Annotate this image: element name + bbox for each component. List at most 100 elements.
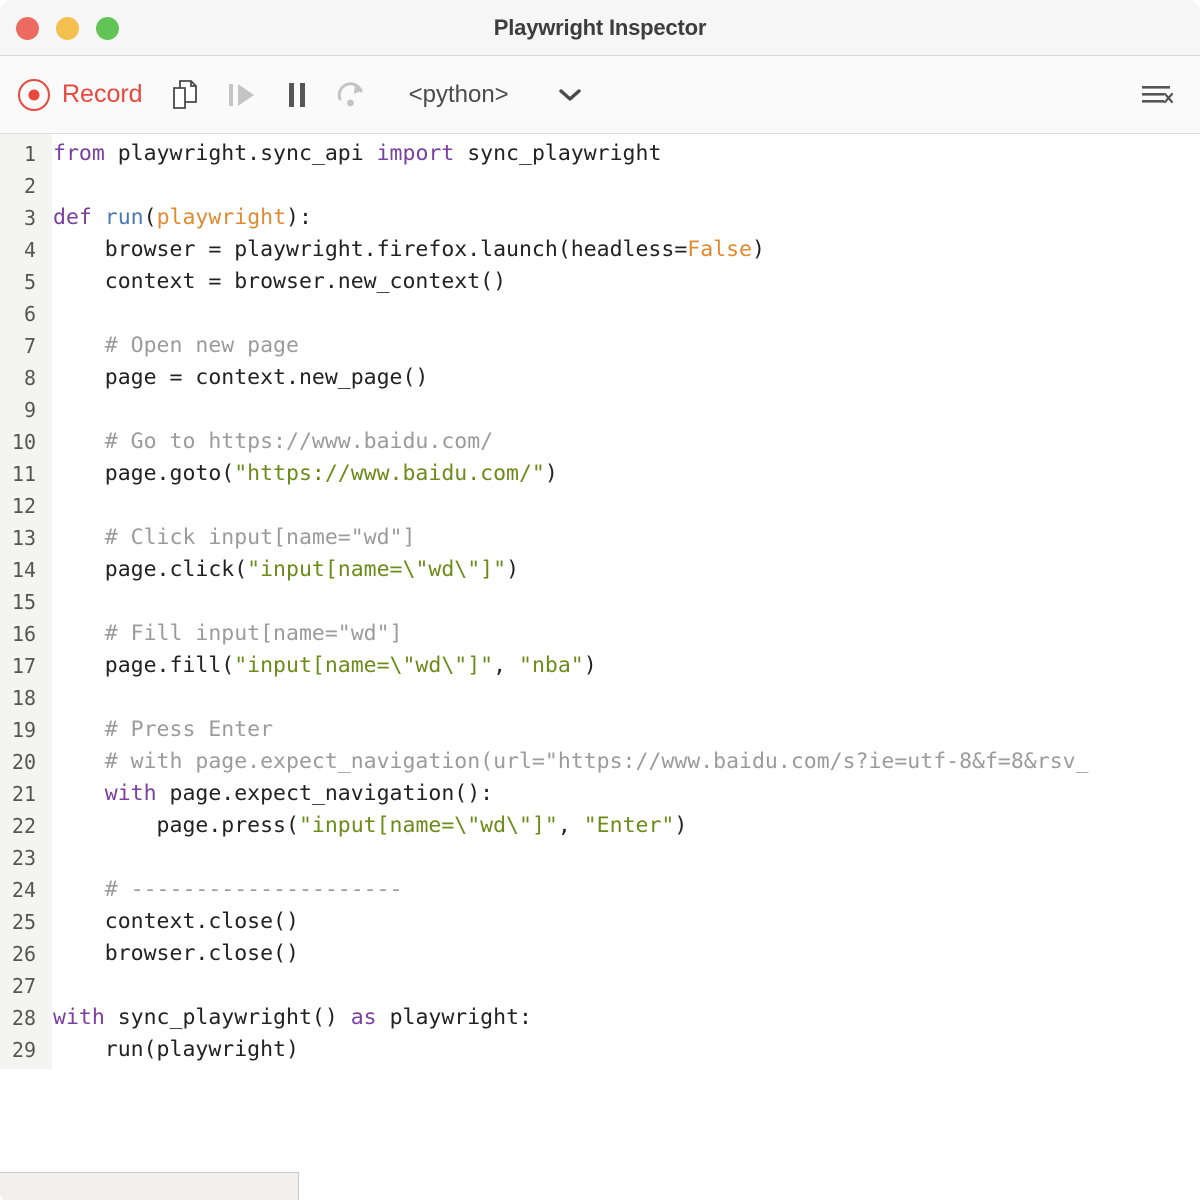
record-button[interactable]: Record	[18, 79, 143, 111]
code-token-kw: as	[351, 1005, 377, 1030]
line-number: 28	[0, 1002, 44, 1034]
code-token-pl: page.goto(	[53, 461, 234, 486]
code-line-text: page.click("input[name=\"wd\"]")	[44, 554, 519, 586]
code-line[interactable]: 1from playwright.sync_api import sync_pl…	[0, 138, 1200, 170]
code-token-pl: browser.close()	[53, 941, 299, 966]
code-line-text	[44, 586, 53, 618]
code-line[interactable]: 10 # Go to https://www.baidu.com/	[0, 426, 1200, 458]
clear-log-button[interactable]	[1136, 74, 1178, 116]
line-number: 26	[0, 938, 44, 970]
code-token-pl: ):	[286, 205, 312, 230]
code-line[interactable]: 11 page.goto("https://www.baidu.com/")	[0, 458, 1200, 490]
pause-button[interactable]	[277, 75, 317, 115]
code-token-pl: ,	[493, 653, 519, 678]
code-token-pl: page = context.new_page()	[53, 365, 428, 390]
status-bar[interactable]	[0, 1172, 299, 1200]
record-icon	[18, 79, 50, 111]
code-line[interactable]: 15	[0, 586, 1200, 618]
line-number: 7	[0, 330, 44, 362]
code-line[interactable]: 17 page.fill("input[name=\"wd\"]", "nba"…	[0, 650, 1200, 682]
playwright-inspector-window: Playwright Inspector Record	[0, 0, 1200, 1200]
step-over-icon	[335, 80, 367, 110]
code-line[interactable]: 14 page.click("input[name=\"wd\"]")	[0, 554, 1200, 586]
code-token-pl: sync_playwright	[454, 141, 661, 166]
code-token-pl: )	[545, 461, 558, 486]
code-token-pl: run(playwright)	[53, 1037, 299, 1062]
code-token-kw: from	[53, 141, 105, 166]
line-number: 18	[0, 682, 44, 714]
code-token-str: "input[name=\"wd\"]"	[234, 653, 493, 678]
code-token-pl: browser = playwright.firefox.launch(head…	[53, 237, 687, 262]
code-line-text: # Fill input[name="wd"]	[44, 618, 403, 650]
code-token-cmt: # ---------------------	[53, 877, 403, 902]
code-line[interactable]: 19 # Press Enter	[0, 714, 1200, 746]
code-token-fn: run	[105, 205, 144, 230]
code-token-kw: with	[53, 1005, 105, 1030]
code-token-pl: page.press(	[53, 813, 299, 838]
code-line[interactable]: 7 # Open new page	[0, 330, 1200, 362]
code-line[interactable]: 2	[0, 170, 1200, 202]
code-line-text: # ---------------------	[44, 874, 403, 906]
code-token-pl: sync_playwright()	[105, 1005, 351, 1030]
code-line-text: browser = playwright.firefox.launch(head…	[44, 234, 765, 266]
step-over-button[interactable]	[331, 75, 371, 115]
line-number: 2	[0, 170, 44, 202]
code-line[interactable]: 25 context.close()	[0, 906, 1200, 938]
record-button-label: Record	[62, 80, 143, 109]
code-token-str: "Enter"	[584, 813, 675, 838]
code-line-text: page = context.new_page()	[44, 362, 428, 394]
line-number: 27	[0, 970, 44, 1002]
code-line[interactable]: 16 # Fill input[name="wd"]	[0, 618, 1200, 650]
code-token-cmt: # Open new page	[53, 333, 299, 358]
code-line-text	[44, 298, 53, 330]
code-editor[interactable]: 1from playwright.sync_api import sync_pl…	[0, 134, 1200, 1069]
code-token-cmt: # Press Enter	[53, 717, 273, 742]
code-line-text: from playwright.sync_api import sync_pla…	[44, 138, 661, 170]
copy-button[interactable]	[165, 75, 205, 115]
line-number: 10	[0, 426, 44, 458]
code-line[interactable]: 18	[0, 682, 1200, 714]
code-line[interactable]: 28 with sync_playwright() as playwright:	[0, 1002, 1200, 1034]
language-selector-label: <python>	[409, 81, 509, 109]
code-line[interactable]: 20 # with page.expect_navigation(url="ht…	[0, 746, 1200, 778]
code-line[interactable]: 12	[0, 490, 1200, 522]
code-line[interactable]: 5 context = browser.new_context()	[0, 266, 1200, 298]
code-line[interactable]: 4 browser = playwright.firefox.launch(he…	[0, 234, 1200, 266]
copy-icon	[170, 79, 200, 111]
code-token-pl: )	[584, 653, 597, 678]
code-line[interactable]: 21 with page.expect_navigation():	[0, 778, 1200, 810]
code-line[interactable]: 9	[0, 394, 1200, 426]
code-token-pl: page.expect_navigation():	[157, 781, 494, 806]
code-line-text: def run(playwright):	[44, 202, 312, 234]
code-token-pl: playwright:	[377, 1005, 532, 1030]
code-token-pl: page.click(	[53, 557, 247, 582]
language-selector[interactable]: <python>	[409, 81, 583, 109]
code-token-param: playwright	[157, 205, 286, 230]
code-line-text: # Go to https://www.baidu.com/	[44, 426, 493, 458]
code-line[interactable]: 24 # ---------------------	[0, 874, 1200, 906]
line-number: 11	[0, 458, 44, 490]
line-number: 15	[0, 586, 44, 618]
chevron-down-icon	[557, 87, 583, 103]
code-line[interactable]: 23	[0, 842, 1200, 874]
code-line[interactable]: 13 # Click input[name="wd"]	[0, 522, 1200, 554]
code-token-pl: ,	[558, 813, 584, 838]
resume-button[interactable]	[221, 75, 261, 115]
code-line-text: # Press Enter	[44, 714, 273, 746]
code-line-text	[44, 842, 53, 874]
code-line[interactable]: 6	[0, 298, 1200, 330]
code-line[interactable]: 22 page.press("input[name=\"wd\"]", "Ent…	[0, 810, 1200, 842]
line-number: 22	[0, 810, 44, 842]
code-line[interactable]: 29 run(playwright)	[0, 1034, 1200, 1066]
code-token-pl	[53, 781, 105, 806]
line-number: 8	[0, 362, 44, 394]
code-line[interactable]: 8 page = context.new_page()	[0, 362, 1200, 394]
code-line[interactable]: 27	[0, 970, 1200, 1002]
pause-icon	[285, 80, 309, 110]
code-line-text	[44, 970, 53, 1002]
title-bar: Playwright Inspector	[0, 0, 1200, 56]
line-number: 25	[0, 906, 44, 938]
line-number: 29	[0, 1034, 44, 1066]
code-line[interactable]: 26 browser.close()	[0, 938, 1200, 970]
code-line[interactable]: 3def run(playwright):	[0, 202, 1200, 234]
